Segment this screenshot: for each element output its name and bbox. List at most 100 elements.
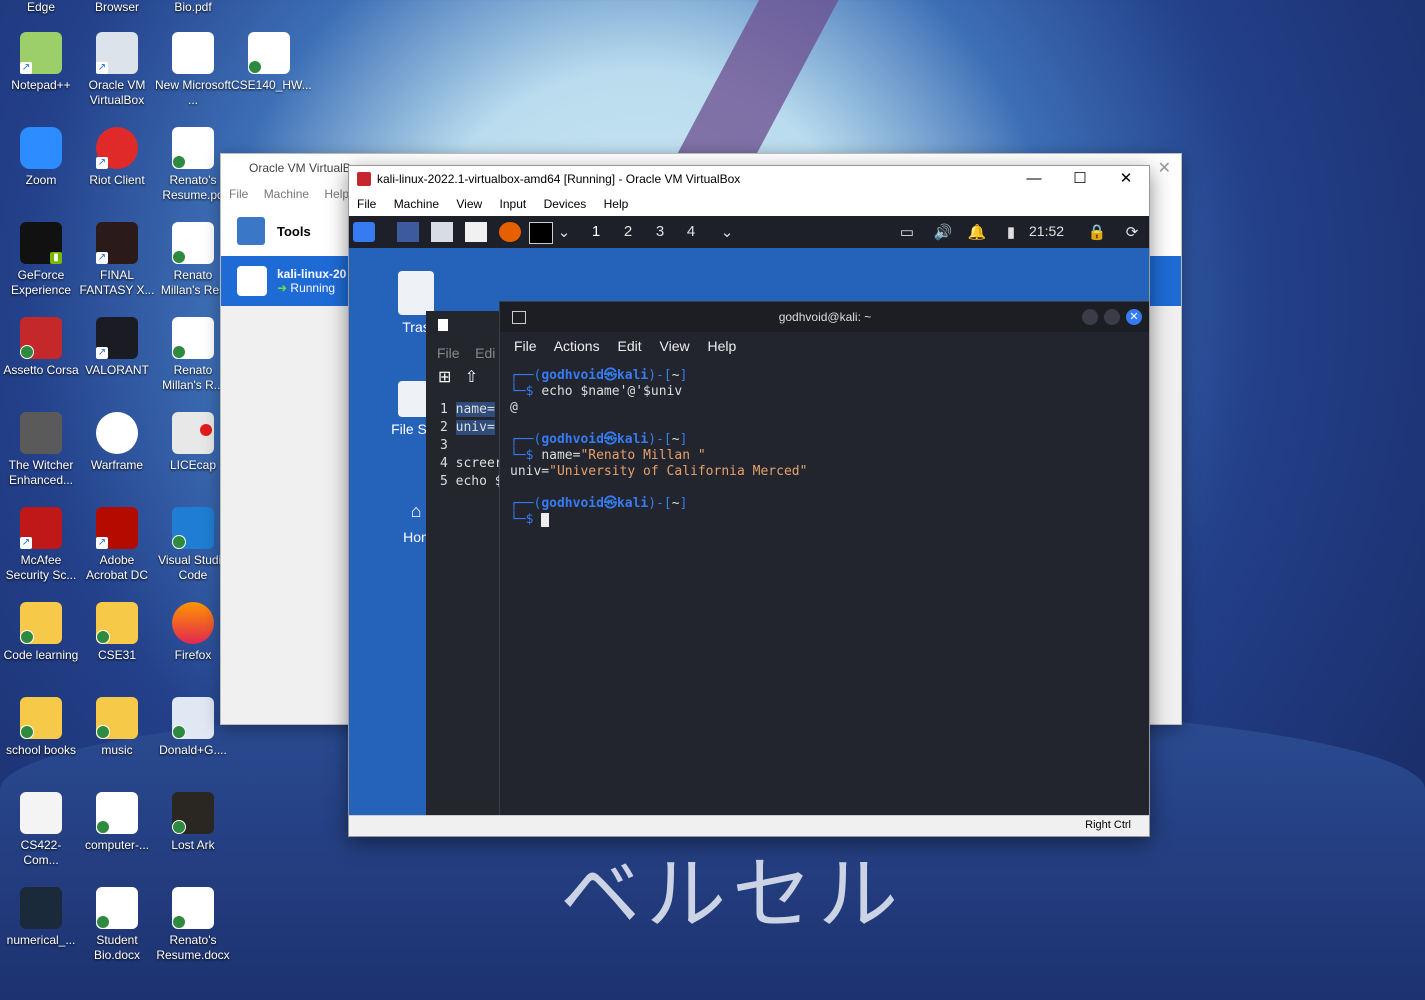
terminal-icon[interactable] [529,222,553,244]
editor-line[interactable]: 4 screer [426,455,503,473]
folder-icon [20,697,62,739]
vm-window[interactable]: kali-linux-2022.1-virtualbox-amd64 [Runn… [348,165,1150,837]
desktop-icon-student-bio[interactable]: Student Bio.docx [79,887,155,963]
guest-screen[interactable]: ⌄ 1 2 3 4 ⌄ ▭ 🔊 🔔 ▮ 21:52 🔒 ⟳ Tras File … [349,216,1149,816]
vm-menu-file[interactable]: File [357,197,376,211]
volume-icon[interactable]: 🔊 [933,223,953,241]
term-menu-edit[interactable]: Edit [618,338,642,354]
workspace-3[interactable]: 3 [650,223,670,240]
desktop-icon-assetto[interactable]: Assetto Corsa [3,317,79,378]
vbm-menu-help[interactable]: Help [324,187,349,201]
editor-line[interactable]: 1 name= [426,401,501,419]
term-menu-view[interactable]: View [660,338,690,354]
final-fantasy-icon: ↗ [96,222,138,264]
document-icon [96,887,138,929]
desktop-icon-witcher[interactable]: The Witcher Enhanced... [3,412,79,488]
desktop-icon-computer[interactable]: computer-... [79,792,155,853]
workspace-2[interactable]: 2 [618,223,638,240]
term-menu-file[interactable]: File [514,338,537,354]
battery-icon[interactable]: ▮ [1001,223,1021,241]
desktop-icon-acrobat[interactable]: ↗ Adobe Acrobat DC [79,507,155,583]
image-file-icon [172,697,214,739]
folder-icon [20,602,62,644]
desktop-icon-notepadpp[interactable]: ↗ Notepad++ [3,32,79,93]
bell-icon[interactable]: 🔔 [967,223,987,241]
editor-line[interactable]: 3 [426,437,501,455]
chevron-down-icon[interactable]: ⌄ [554,223,574,241]
desktop-icon-zoom[interactable]: Zoom [3,127,79,188]
new-file-icon[interactable]: ⊞ [438,369,451,386]
close-icon[interactable]: ✕ [1158,158,1171,178]
clock[interactable]: 21:52 [1029,223,1064,239]
desktop-icon-resume-docx[interactable]: Renato's Resume.docx [155,887,231,963]
desktop-icon-valorant[interactable]: ↗ VALORANT [79,317,155,378]
document-icon [172,887,214,929]
vm-menu-input[interactable]: Input [500,197,527,211]
desktop-label-bio-pdf[interactable]: Bio.pdf [155,0,231,14]
acrobat-icon: ↗ [96,507,138,549]
debian-swirl-icon [237,266,267,296]
workspace-4[interactable]: 4 [681,223,701,240]
vm-menu-devices[interactable]: Devices [544,197,587,211]
editor-line[interactable]: 5 echo $ [426,473,503,491]
chevron-down-icon[interactable]: ⌄ [717,223,737,241]
file-manager-icon[interactable] [431,222,453,242]
document-icon [172,222,214,264]
text-editor-icon[interactable] [465,222,487,242]
desktop-icon-school-books[interactable]: school books [3,697,79,758]
close-button[interactable]: ✕ [1103,166,1149,192]
folder-icon [96,602,138,644]
desktop-icon-new-word-doc[interactable]: New Microsoft ... [155,32,231,108]
desktop-icon-final-fantasy[interactable]: ↗ FINAL FANTASY X... [79,222,155,298]
wallpaper-art: ベルセル [560,848,904,941]
vm-menubar: File Machine View Input Devices Help [349,192,1149,217]
editor-menu-file[interactable]: File [437,345,460,361]
desktop-label-edge[interactable]: Edge [3,0,79,14]
maximize-button[interactable] [1104,309,1120,325]
terminal-window[interactable]: godhvoid@kali: ~ ✕ File Actions Edit Vie… [499,301,1149,816]
text-editor-window[interactable]: File Edi ⊞ ⇧ 1 name= 2 univ= 3 4 screer … [426,311,503,816]
desktop-icon-numerical[interactable]: numerical_... [3,887,79,948]
firefox-icon[interactable] [499,222,521,242]
term-menu-help[interactable]: Help [708,338,737,354]
desktop-icon-geforce[interactable]: ▮ GeForce Experience [3,222,79,298]
vm-state: Running [290,281,336,295]
vm-titlebar: kali-linux-2022.1-virtualbox-amd64 [Runn… [349,166,1149,192]
desktop-icon-cse140[interactable]: CSE140_HW... [231,32,312,93]
desktop-icon-warframe[interactable]: Warframe [79,412,155,473]
mcafee-icon: ↗ [20,507,62,549]
close-button[interactable]: ✕ [1126,309,1142,325]
terminal-output[interactable]: ┌──(godhvoid㉿kali)-[~] └─$ echo $name'@'… [500,360,1149,536]
desktop-icon-virtualbox[interactable]: ↗ Oracle VM VirtualBox [79,32,155,108]
minimize-button[interactable] [1082,309,1098,325]
kali-top-panel: ⌄ 1 2 3 4 ⌄ ▭ 🔊 🔔 ▮ 21:52 🔒 ⟳ [349,216,1149,248]
logout-icon[interactable]: ⟳ [1122,223,1142,241]
vm-menu-help[interactable]: Help [604,197,629,211]
lock-icon[interactable]: 🔒 [1087,223,1107,241]
maximize-button[interactable]: ☐ [1057,166,1103,192]
desktop-icon-music[interactable]: music [79,697,155,758]
desktop-icon-lost-ark[interactable]: Lost Ark [155,792,231,853]
term-menu-actions[interactable]: Actions [554,338,600,354]
desktop-icon-riot[interactable]: ↗ Riot Client [79,127,155,188]
lost-ark-icon [172,792,214,834]
vm-statusbar: Right Ctrl [349,815,1149,836]
vm-menu-view[interactable]: View [456,197,482,211]
desktop-icon-cs422[interactable]: CS422-Com... [3,792,79,868]
vbm-menu-file[interactable]: File [229,187,248,201]
workspace-1[interactable]: 1 [586,223,606,240]
desktop-icon[interactable] [397,222,419,242]
desktop-icon-code-learning[interactable]: Code learning [3,602,79,663]
desktop-icon-mcafee[interactable]: ↗ McAfee Security Sc... [3,507,79,583]
editor-menu-edit[interactable]: Edi [475,345,495,361]
terminal-titlebar: godhvoid@kali: ~ ✕ [500,302,1149,332]
network-icon[interactable]: ▭ [897,223,917,241]
desktop-icon-cse31[interactable]: CSE31 [79,602,155,663]
editor-line[interactable]: 2 univ= [426,419,501,437]
vbm-menu-machine[interactable]: Machine [264,187,309,201]
upload-icon[interactable]: ⇧ [465,369,478,386]
minimize-button[interactable]: — [1011,166,1057,192]
kali-menu-icon[interactable] [353,222,375,242]
desktop-label-browser[interactable]: Browser [79,0,155,14]
vm-menu-machine[interactable]: Machine [394,197,439,211]
